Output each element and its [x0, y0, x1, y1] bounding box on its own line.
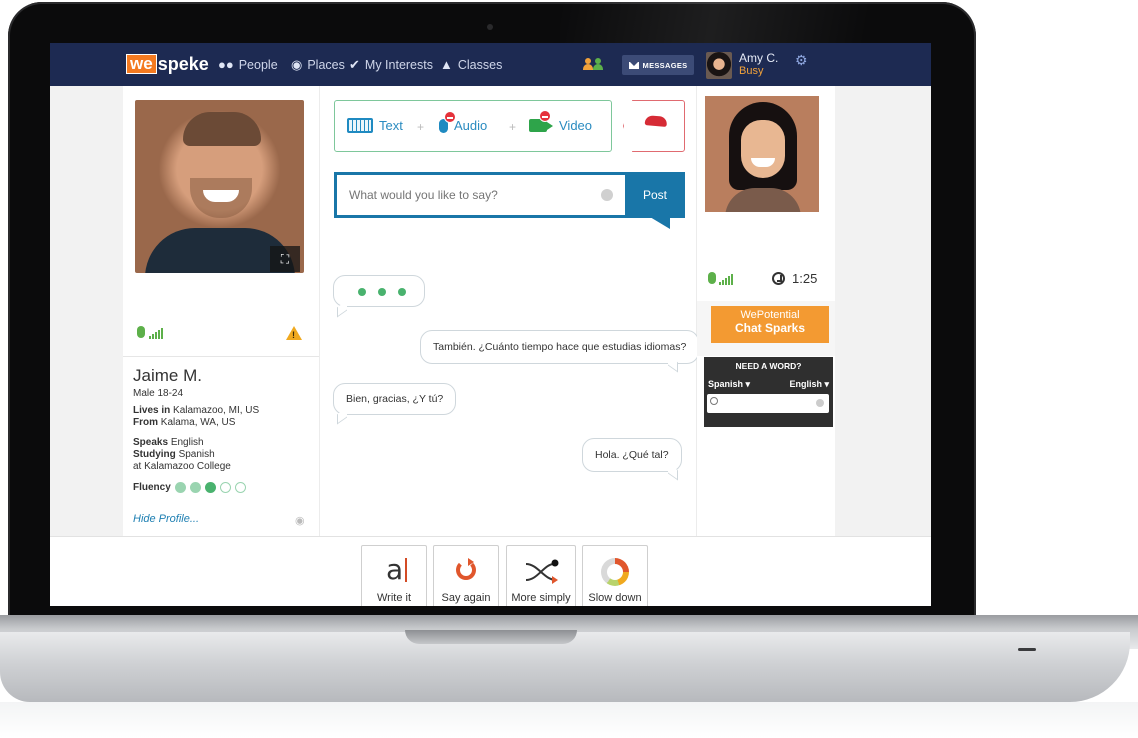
chat-panel: Text + Audio + Video Post: [319, 86, 700, 536]
partner-school: at Kalamazoo College: [133, 461, 231, 472]
mic-icon: [708, 272, 716, 284]
hang-up-button[interactable]: [623, 100, 685, 152]
mic-icon: [137, 326, 145, 338]
power-led: [1018, 648, 1036, 651]
mode-video[interactable]: Video: [529, 110, 592, 133]
source-language-select[interactable]: Spanish ▾: [708, 379, 750, 390]
post-button[interactable]: Post: [625, 172, 685, 218]
nav-people[interactable]: ●● People: [218, 57, 278, 72]
eye-icon[interactable]: ◉: [295, 514, 305, 527]
fluency-dot: [234, 482, 246, 493]
mode-audio[interactable]: Audio: [439, 110, 487, 133]
helper-toolbar: a Write it Say again More simply Slow do…: [50, 536, 931, 606]
search-icon: [710, 397, 718, 405]
user-avatar[interactable]: [706, 52, 732, 79]
repeat-icon: [456, 558, 476, 580]
clear-icon[interactable]: [816, 399, 824, 407]
target-language-select[interactable]: English ▾: [789, 379, 829, 390]
checkmark-icon: ✔: [349, 57, 360, 72]
gear-icon[interactable]: ⚙: [795, 52, 808, 69]
signal-strength-icon: [719, 273, 733, 285]
keyboard-icon: [347, 118, 373, 133]
people-icon: ●●: [218, 57, 234, 72]
dictionary-title: NEED A WORD?: [735, 361, 802, 371]
fluency-meter: Fluency: [133, 482, 246, 493]
partner-demographic: Male 18-24: [133, 388, 184, 399]
microphone-muted-icon: [439, 110, 456, 133]
speed-dial-icon: [601, 558, 629, 586]
signal-strength-icon: [149, 327, 163, 339]
chat-sparks-button[interactable]: WePotential Chat Sparks: [711, 306, 829, 343]
nav-classes[interactable]: ▲ Classes: [440, 57, 502, 72]
stage: we speke ●● People ◉ Places ✔ My Interests ▲…: [0, 0, 1138, 738]
top-nav: we speke ●● People ◉ Places ✔ My Interests ▲…: [50, 43, 931, 86]
partner-lives-in: Lives in Kalamazoo, MI, US: [133, 405, 260, 416]
fluency-dot: [189, 482, 201, 493]
fluency-dot: [174, 482, 186, 493]
post-pointer: [650, 217, 670, 229]
dictionary-search-input[interactable]: [707, 394, 829, 413]
dictionary-widget: NEED A WORD? Spanish ▾ English ▾: [704, 357, 833, 427]
nav-my-interests[interactable]: ✔ My Interests: [349, 57, 433, 73]
wespeke-logo[interactable]: we speke: [126, 54, 209, 74]
surface-reflection: [0, 702, 1138, 738]
message-bubble: Hola. ¿Qué tal?: [582, 438, 682, 472]
communication-modes: Text + Audio + Video: [334, 100, 612, 152]
partner-profile: ⛶ ! Jaime M. Male 18-24 Lives in Kalamaz…: [123, 86, 319, 536]
user-name[interactable]: Amy C.: [739, 51, 778, 65]
user-status[interactable]: Busy: [739, 65, 763, 77]
plus-icon: +: [509, 120, 517, 134]
fluency-dot: [219, 482, 231, 493]
self-video: [705, 96, 819, 212]
compose-box: Post: [334, 172, 685, 218]
fullscreen-icon[interactable]: ⛶: [270, 246, 300, 272]
message-bubble: Bien, gracias, ¿Y tú?: [333, 383, 457, 415]
graduation-cap-icon: ▲: [440, 57, 453, 72]
contacts-icon[interactable]: [583, 58, 603, 70]
fluency-dot: [204, 482, 216, 493]
video-camera-muted-icon: [529, 110, 553, 132]
partner-name: Jaime M.: [133, 366, 202, 385]
message-input[interactable]: [337, 175, 625, 215]
partner-from: From Kalama, WA, US: [133, 417, 236, 428]
profile-divider: [123, 356, 319, 357]
message-bubble: También. ¿Cuánto tiempo hace que estudia…: [420, 330, 700, 364]
hide-profile-link[interactable]: Hide Profile...: [133, 513, 199, 525]
write-it-button[interactable]: a Write it: [361, 545, 427, 606]
more-simply-button[interactable]: More simply: [506, 545, 576, 606]
mode-text[interactable]: Text: [347, 118, 403, 133]
webcam-lens: [487, 24, 493, 30]
location-pin-icon: ◉: [291, 57, 303, 72]
laptop-open-notch: [405, 630, 577, 644]
self-panel: 1:25 WePotential Chat Sparks NEED A WORD…: [697, 86, 835, 536]
say-again-button[interactable]: Say again: [433, 545, 499, 606]
partner-studying: Studying Spanish: [133, 449, 215, 460]
nav-places[interactable]: ◉ Places: [291, 57, 345, 73]
slow-down-button[interactable]: Slow down: [582, 545, 648, 606]
messages-button[interactable]: MESSAGES: [622, 55, 694, 75]
clock-icon: [772, 272, 785, 285]
plus-icon: +: [417, 120, 425, 134]
emoji-icon[interactable]: [601, 189, 613, 201]
text-cursor-icon: a: [386, 553, 408, 586]
screen: we speke ●● People ◉ Places ✔ My Interests ▲…: [50, 43, 931, 606]
partner-speaks: Speaks English: [133, 437, 204, 448]
shuffle-icon: [525, 559, 559, 584]
envelope-icon: [628, 61, 639, 69]
session-timer: 1:25: [792, 271, 818, 286]
